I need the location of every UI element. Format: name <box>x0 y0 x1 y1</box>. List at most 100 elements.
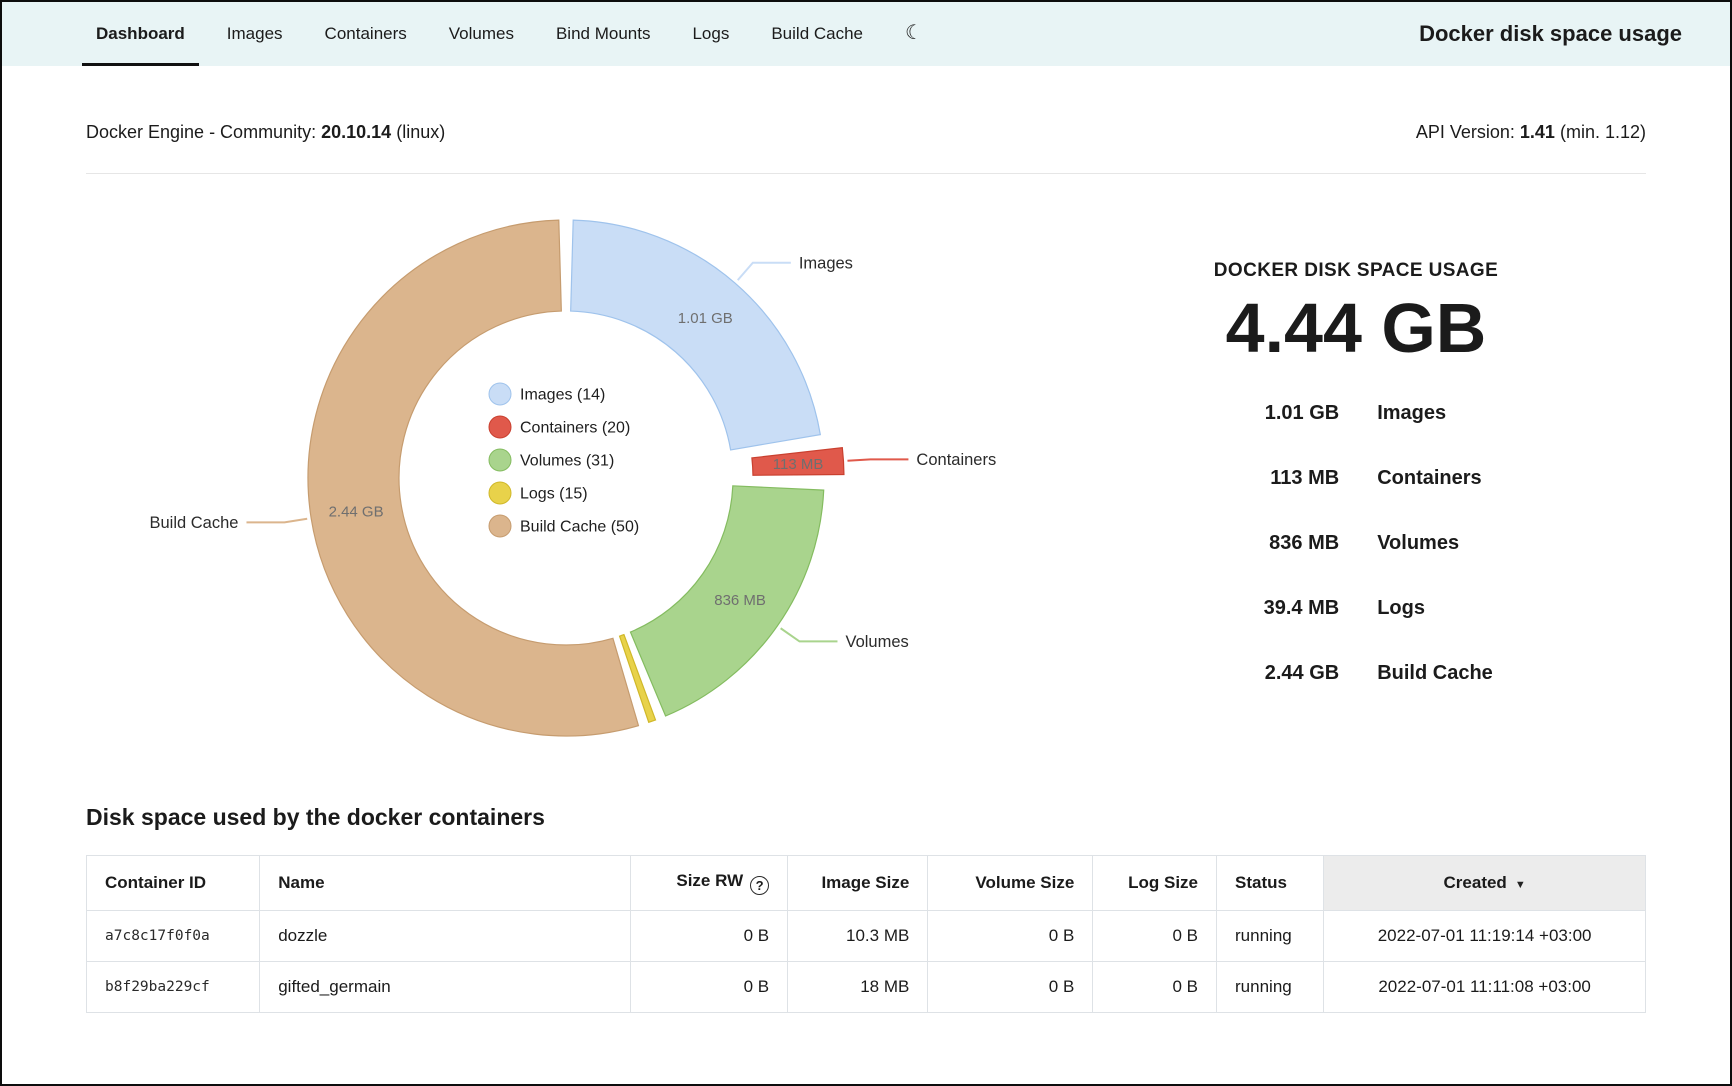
nav-tab-bind-mounts[interactable]: Bind Mounts <box>542 2 665 66</box>
containers-table: Container ID Name Size RW? Image Size Volume… <box>86 855 1646 1013</box>
column-header-container-id[interactable]: Container ID <box>87 856 260 911</box>
segment-size-label-build-cache: 2.44 GB <box>329 503 384 520</box>
legend-swatch-containers <box>489 416 511 438</box>
nav-tab-images[interactable]: Images <box>213 2 297 66</box>
column-label: Status <box>1235 873 1287 892</box>
cell-container-id: a7c8c17f0f0a <box>87 911 260 962</box>
callout-line-images <box>738 263 791 280</box>
engine-version: 20.10.14 <box>321 122 391 142</box>
api-min: (min. 1.12) <box>1560 122 1646 142</box>
summary-label-containers: Containers <box>1377 467 1493 490</box>
summary-total: 4.44 GB <box>1226 292 1487 366</box>
legend-item-containers[interactable]: Containers (20) <box>489 416 630 438</box>
summary-size-containers: 113 MB <box>1219 467 1339 490</box>
legend-item-logs[interactable]: Logs (15) <box>489 482 588 504</box>
cell-status: running <box>1217 962 1324 1013</box>
moon-icon: ☾ <box>905 20 923 45</box>
callout-label-build-cache: Build Cache <box>149 514 238 532</box>
legend-swatch-images <box>489 383 511 405</box>
api-version: 1.41 <box>1520 122 1555 142</box>
legend-label-containers: Containers (20) <box>520 420 630 437</box>
api-version-info: API Version: 1.41 (min. 1.12) <box>1416 122 1646 143</box>
column-header-size-rw[interactable]: Size RW? <box>631 856 788 911</box>
legend-label-volumes: Volumes (31) <box>520 453 614 470</box>
top-nav: DashboardImagesContainersVolumesBind Mou… <box>2 2 1730 66</box>
legend-swatch-volumes <box>489 449 511 471</box>
cell-log-size: 0 B <box>1093 911 1217 962</box>
segment-size-label-containers: 113 MB <box>773 456 824 473</box>
nav-tab-build-cache[interactable]: Build Cache <box>757 2 877 66</box>
segment-size-label-volumes: 836 MB <box>714 592 766 609</box>
disk-usage-donut-chart: 1.01 GBImages113 MBContainers836 MBVolum… <box>86 198 1066 758</box>
column-header-image-size[interactable]: Image Size <box>788 856 928 911</box>
engine-label: Docker Engine - Community: <box>86 122 316 142</box>
summary-rows: 1.01 GBImages113 MBContainers836 MBVolum… <box>1219 402 1493 685</box>
summary-size-build-cache: 2.44 GB <box>1219 662 1339 685</box>
dark-mode-toggle[interactable]: ☾ <box>891 2 937 66</box>
legend-item-images[interactable]: Images (14) <box>489 383 605 405</box>
usage-section: 1.01 GB Images 113 MB Containers 836 MB Volum… <box>86 198 1646 758</box>
segment-size-label-images: 1.01 GB <box>678 310 733 327</box>
table-header-row: Container ID Name Size RW? Image Size Volume… <box>87 856 1646 911</box>
cell-name: gifted_germain <box>260 962 631 1013</box>
legend-item-volumes[interactable]: Volumes (31) <box>489 449 614 471</box>
summary-heading: DOCKER DISK SPACE USAGE <box>1214 260 1498 282</box>
cell-volume-size: 0 B <box>928 962 1093 1013</box>
divider <box>86 173 1646 174</box>
summary-size-volumes: 836 MB <box>1219 532 1339 555</box>
api-label: API Version: <box>1416 122 1515 142</box>
summary-size-logs: 39.4 MB <box>1219 597 1339 620</box>
help-icon[interactable]: ? <box>750 876 769 895</box>
cell-created: 2022-07-01 11:19:14 +03:00 <box>1324 911 1646 962</box>
sort-desc-icon: ▼ <box>1515 879 1526 891</box>
column-header-log-size[interactable]: Log Size <box>1093 856 1217 911</box>
column-header-volume-size[interactable]: Volume Size <box>928 856 1093 911</box>
column-label: Name <box>278 873 324 892</box>
nav-tab-containers[interactable]: Containers <box>311 2 421 66</box>
cell-status: running <box>1217 911 1324 962</box>
column-header-name[interactable]: Name <box>260 856 631 911</box>
column-label: Image Size <box>821 873 909 892</box>
callout-line-build-cache <box>246 519 307 523</box>
column-label: Volume Size <box>975 873 1074 892</box>
cell-container-id: b8f29ba229cf <box>87 962 260 1013</box>
callout-line-volumes <box>781 628 838 641</box>
table-row: a7c8c17f0f0adozzle0 B10.3 MB0 B0 Brunnin… <box>87 911 1646 962</box>
table-body: a7c8c17f0f0adozzle0 B10.3 MB0 B0 Brunnin… <box>87 911 1646 1013</box>
column-label: Log Size <box>1128 873 1198 892</box>
engine-info: Docker Engine - Community: 20.10.14 (lin… <box>86 122 445 143</box>
cell-volume-size: 0 B <box>928 911 1093 962</box>
app-title: Docker disk space usage <box>1419 21 1700 47</box>
summary-label-images: Images <box>1377 402 1493 425</box>
legend-label-logs: Logs (15) <box>520 486 588 503</box>
column-header-created[interactable]: Created ▼ <box>1324 856 1646 911</box>
column-label: Created <box>1444 873 1507 892</box>
legend-label-build-cache: Build Cache (50) <box>520 519 639 536</box>
column-label: Size RW <box>676 871 743 890</box>
nav-tab-volumes[interactable]: Volumes <box>435 2 528 66</box>
nav-tab-logs[interactable]: Logs <box>678 2 743 66</box>
nav-tab-dashboard[interactable]: Dashboard <box>82 2 199 66</box>
legend-item-build-cache[interactable]: Build Cache (50) <box>489 515 639 537</box>
app-window: DashboardImagesContainersVolumesBind Mou… <box>0 0 1732 1086</box>
cell-log-size: 0 B <box>1093 962 1217 1013</box>
engine-platform: (linux) <box>396 122 445 142</box>
donut-svg: 1.01 GBImages113 MBContainers836 MBVolum… <box>86 198 1066 758</box>
callout-label-volumes: Volumes <box>845 633 908 651</box>
cell-name: dozzle <box>260 911 631 962</box>
legend-swatch-build-cache <box>489 515 511 537</box>
cell-image-size: 10.3 MB <box>788 911 928 962</box>
table-row: b8f29ba229cfgifted_germain0 B18 MB0 B0 B… <box>87 962 1646 1013</box>
legend-swatch-logs <box>489 482 511 504</box>
containers-table-heading: Disk space used by the docker containers <box>86 804 1646 831</box>
pie-segment-images[interactable] <box>571 220 821 450</box>
callout-label-containers: Containers <box>916 451 996 469</box>
engine-info-row: Docker Engine - Community: 20.10.14 (lin… <box>86 66 1646 143</box>
summary-size-images: 1.01 GB <box>1219 402 1339 425</box>
cell-size-rw: 0 B <box>631 962 788 1013</box>
containers-section: Disk space used by the docker containers… <box>86 804 1646 1013</box>
column-header-status[interactable]: Status <box>1217 856 1324 911</box>
summary-label-build-cache: Build Cache <box>1377 662 1493 685</box>
cell-created: 2022-07-01 11:11:08 +03:00 <box>1324 962 1646 1013</box>
cell-image-size: 18 MB <box>788 962 928 1013</box>
